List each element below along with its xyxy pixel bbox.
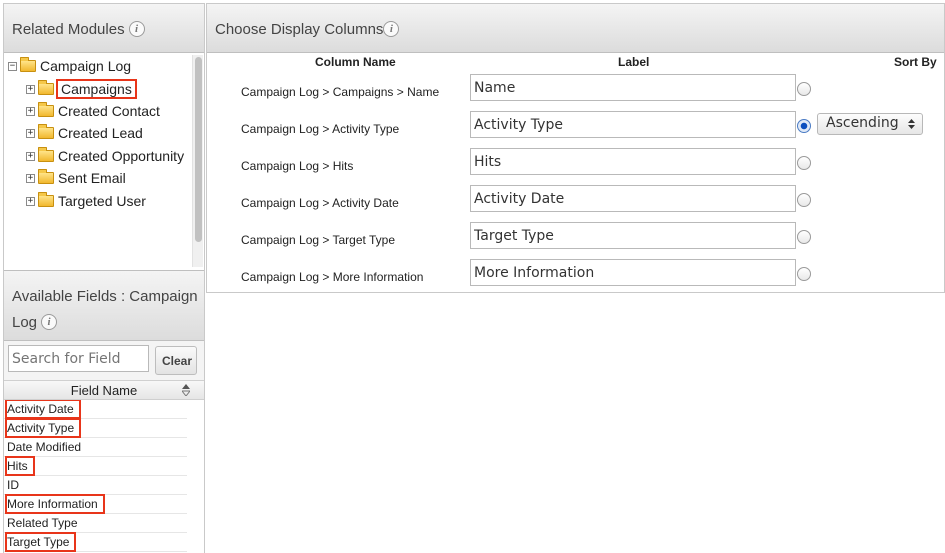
column-label-input[interactable] xyxy=(470,259,796,286)
tree-node-label[interactable]: Campaign Log xyxy=(40,58,131,74)
folder-open-icon xyxy=(20,57,36,72)
tree-node-label[interactable]: Created Contact xyxy=(58,103,160,119)
tree-node-label[interactable]: Campaigns xyxy=(56,79,137,99)
tree-node-label[interactable]: Targeted User xyxy=(58,193,146,209)
expand-icon[interactable]: + xyxy=(26,84,35,94)
field-row[interactable]: Activity Type xyxy=(4,418,187,438)
field-label[interactable]: Activity Type xyxy=(4,418,82,438)
related-modules-header: Related Modules i xyxy=(4,4,204,53)
field-row[interactable]: Date Modified xyxy=(4,438,187,457)
sort-by-radio[interactable] xyxy=(797,193,811,207)
column-name: Campaign Log > Target Type xyxy=(241,233,395,247)
scrollbar-thumb[interactable] xyxy=(195,57,202,242)
folder-icon xyxy=(38,80,54,95)
tree-node-root[interactable]: − Campaign Log xyxy=(8,56,131,76)
clear-button[interactable]: Clear xyxy=(155,346,197,375)
sort-by-radio[interactable] xyxy=(797,156,811,170)
field-name-column-header[interactable]: Field Name xyxy=(4,381,204,400)
display-columns-panel: Choose Display Columns i Column Name Labe… xyxy=(206,3,945,293)
tree-node-label[interactable]: Created Lead xyxy=(58,125,143,141)
field-row[interactable]: Related Type xyxy=(4,514,187,533)
sort-by-header: Sort By xyxy=(894,55,937,69)
tree-node-sent-email[interactable]: + Sent Email xyxy=(26,168,126,188)
select-arrows-icon xyxy=(908,119,915,129)
tree-node-created-contact[interactable]: + Created Contact xyxy=(26,101,160,121)
folder-icon xyxy=(38,124,54,139)
field-row[interactable]: More Information xyxy=(4,494,187,514)
collapse-icon[interactable]: − xyxy=(8,61,17,71)
field-label[interactable]: Date Modified xyxy=(6,438,87,456)
available-fields-title-line2: Log xyxy=(12,314,38,331)
expand-icon[interactable]: + xyxy=(26,106,35,116)
field-search-bar: Clear xyxy=(4,341,204,381)
expand-icon[interactable]: + xyxy=(26,128,35,138)
tree-node-label[interactable]: Sent Email xyxy=(58,170,126,186)
field-label[interactable]: Activity Date xyxy=(5,399,81,419)
column-label-input[interactable] xyxy=(470,222,796,249)
folder-icon xyxy=(38,169,54,184)
column-name-header: Column Name xyxy=(315,55,396,69)
info-icon[interactable]: i xyxy=(41,314,58,330)
tree-node-campaigns[interactable]: + Campaigns xyxy=(26,79,137,99)
column-name: Campaign Log > Activity Type xyxy=(241,122,400,136)
display-column-row: Campaign Log > More Information xyxy=(207,259,944,296)
label-header: Label xyxy=(618,55,650,69)
display-column-row: Campaign Log > Activity Type Ascending xyxy=(207,111,944,148)
expand-icon[interactable]: + xyxy=(26,173,35,183)
field-label[interactable]: Hits xyxy=(5,456,35,476)
sort-by-radio[interactable] xyxy=(797,267,811,281)
related-modules-tree: − Campaign Log + Campaigns + Created Con… xyxy=(4,53,204,269)
available-fields-header: Available Fields : Campaign Log i xyxy=(4,270,204,341)
expand-icon[interactable]: + xyxy=(26,151,35,161)
left-sidebar: Related Modules i − Campaign Log + Campai… xyxy=(3,3,205,553)
display-column-row: Campaign Log > Target Type xyxy=(207,222,944,259)
available-fields-list: Field Name Activity Date Activity Type D… xyxy=(4,381,204,553)
field-label[interactable]: Related Type xyxy=(6,514,84,532)
column-label-input[interactable] xyxy=(470,74,796,101)
field-row[interactable]: Activity Date xyxy=(4,399,187,419)
sort-order-select[interactable]: Ascending xyxy=(817,113,923,135)
folder-icon xyxy=(38,147,54,162)
tree-node-label[interactable]: Created Opportunity xyxy=(58,148,184,164)
folder-icon xyxy=(38,102,54,117)
display-column-row: Campaign Log > Hits xyxy=(207,148,944,185)
display-column-row: Campaign Log > Campaigns > Name xyxy=(207,74,944,111)
folder-icon xyxy=(38,192,54,207)
related-modules-title: Related Modules xyxy=(12,21,125,38)
tree-node-created-opportunity[interactable]: + Created Opportunity xyxy=(26,146,184,166)
display-columns-title: Choose Display Columns xyxy=(215,21,384,38)
column-name: Campaign Log > Campaigns > Name xyxy=(241,85,440,99)
column-label-input[interactable] xyxy=(470,111,796,138)
column-label-input[interactable] xyxy=(470,148,796,175)
column-name: Campaign Log > Activity Date xyxy=(241,196,399,210)
field-row[interactable]: Hits xyxy=(4,456,187,476)
tree-node-targeted-user[interactable]: + Targeted User xyxy=(26,191,146,211)
sort-order-value: Ascending xyxy=(826,115,899,131)
field-row[interactable]: ID xyxy=(4,476,187,495)
field-row[interactable]: Target Type xyxy=(4,532,187,552)
field-label[interactable]: More Information xyxy=(5,494,105,514)
info-icon[interactable]: i xyxy=(383,21,400,37)
column-name: Campaign Log > Hits xyxy=(241,159,354,173)
search-input[interactable] xyxy=(8,345,149,372)
sort-arrows-icon[interactable] xyxy=(182,384,190,396)
display-column-row: Campaign Log > Activity Date xyxy=(207,185,944,222)
tree-scrollbar[interactable] xyxy=(192,55,203,267)
available-fields-title-line1: Available Fields : Campaign xyxy=(12,288,198,305)
field-label[interactable]: ID xyxy=(6,476,25,494)
info-icon[interactable]: i xyxy=(128,21,145,37)
column-name: Campaign Log > More Information xyxy=(241,270,424,284)
sort-by-radio[interactable] xyxy=(797,119,811,133)
sort-by-radio[interactable] xyxy=(797,230,811,244)
field-name-header-label: Field Name xyxy=(70,383,138,398)
tree-node-created-lead[interactable]: + Created Lead xyxy=(26,123,143,143)
sort-by-radio[interactable] xyxy=(797,82,811,96)
expand-icon[interactable]: + xyxy=(26,196,35,206)
display-columns-header: Choose Display Columns i xyxy=(207,4,944,53)
column-label-input[interactable] xyxy=(470,185,796,212)
field-label[interactable]: Target Type xyxy=(4,532,77,552)
